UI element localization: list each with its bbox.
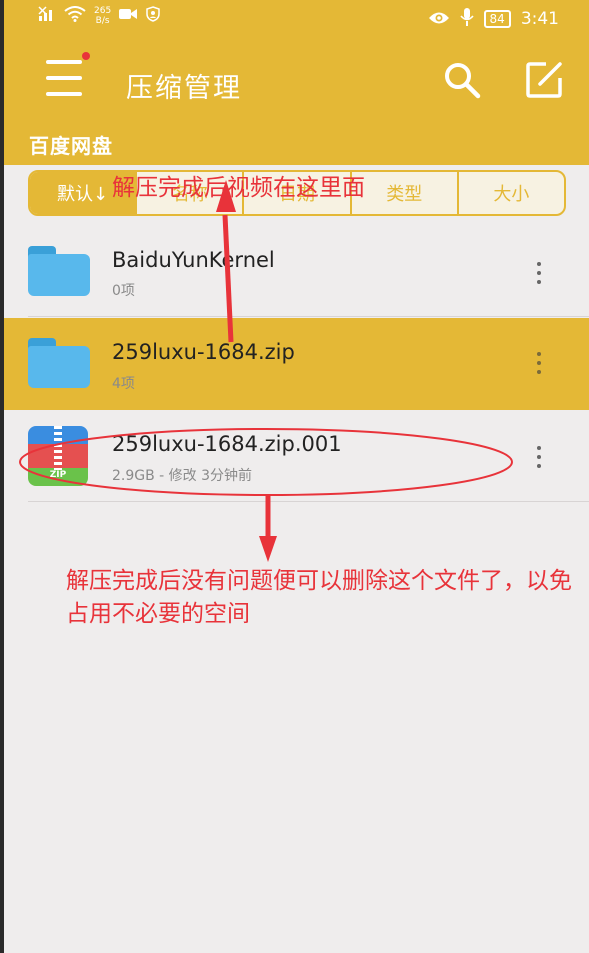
annotation-arrowhead-down [259, 536, 277, 562]
annotation-ellipse [19, 428, 513, 496]
annotation-text-top: 解压完成后视频在这里面 [112, 175, 365, 201]
annotation-text-bottom: 解压完成后没有问题便可以删除这个文件了，以免占用不必要的空间 [66, 568, 572, 627]
annotation-arrow-up [222, 214, 234, 343]
annotation-overlay [19, 180, 513, 562]
